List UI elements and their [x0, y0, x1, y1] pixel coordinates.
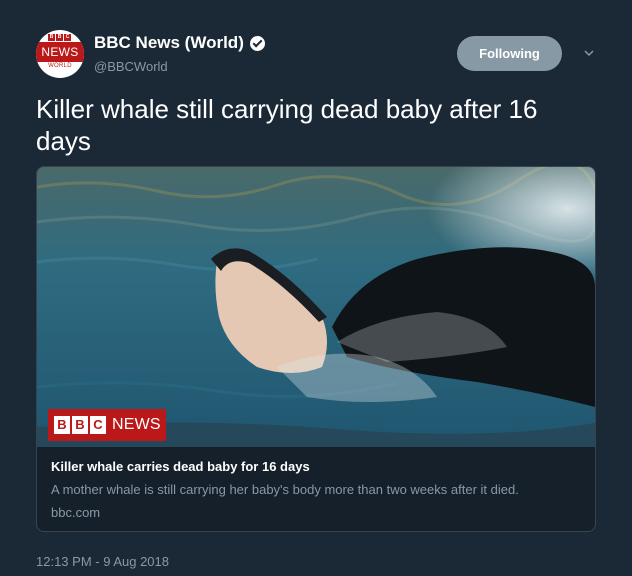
following-button[interactable]: Following: [457, 36, 562, 71]
handle[interactable]: @BBCWorld: [94, 59, 265, 74]
avatar-bbc-blocks: B B C: [48, 34, 71, 41]
account-info: BBC News (World) @BBCWorld: [94, 33, 265, 74]
card-title[interactable]: Killer whale carries dead baby for 16 da…: [51, 459, 581, 474]
link-card[interactable]: B B C NEWS Killer whale carries dead bab…: [36, 166, 596, 532]
display-name[interactable]: BBC News (World): [94, 33, 244, 53]
card-body[interactable]: Killer whale carries dead baby for 16 da…: [51, 459, 581, 520]
card-image[interactable]: [37, 167, 595, 447]
card-domain: bbc.com: [51, 505, 101, 520]
tweet-timestamp[interactable]: 12:13 PM - 9 Aug 2018: [36, 554, 169, 569]
avatar[interactable]: B B C NEWS WORLD: [36, 30, 84, 78]
tweet: B B C NEWS WORLD BBC News (World) @BBCWo…: [0, 0, 632, 576]
avatar-world-text: WORLD: [48, 63, 72, 69]
verified-badge-icon: [249, 35, 265, 51]
card-description: A mother whale is still carrying her bab…: [51, 482, 519, 497]
tweet-text: Killer whale still carrying dead baby af…: [36, 94, 538, 156]
bbc-news-logo: B B C NEWS: [48, 409, 166, 441]
chevron-down-icon[interactable]: [583, 47, 595, 59]
avatar-news-text: NEWS: [36, 42, 84, 62]
